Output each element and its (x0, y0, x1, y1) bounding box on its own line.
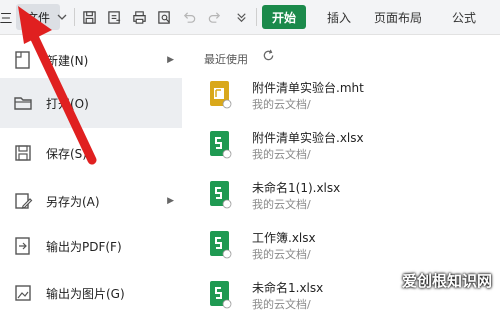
file-menu-panel: 新建(N) ▶ 打开(O) 保存(S) 另存为(A) ▶ 输出为PDF(F) 输… (0, 35, 182, 301)
export-toolbar-button[interactable] (105, 0, 123, 34)
submenu-arrow-icon: ▶ (167, 196, 174, 206)
menu-icon: 三 (0, 11, 13, 27)
save-icon (12, 142, 34, 164)
watermark-text: 爱创根知识网 (401, 272, 492, 290)
recent-file-item[interactable]: 未命名1(1).xlsx 我的云文档/ (182, 175, 500, 225)
new-doc-icon (12, 49, 34, 71)
menu-item-export-pdf[interactable]: 输出为PDF(F) (0, 221, 182, 271)
file-menu-label: 文件 (25, 10, 50, 25)
print-toolbar-button[interactable] (130, 0, 148, 34)
redo-icon (208, 11, 220, 23)
file-dropdown-chevron[interactable] (54, 0, 70, 34)
save-as-icon (12, 190, 34, 212)
xlsx-file-icon (208, 280, 234, 310)
save-icon (82, 10, 96, 24)
recent-title: 最近使用 (204, 53, 248, 66)
double-chevron-down-icon (236, 12, 246, 22)
tab-home[interactable]: 开始 (262, 5, 307, 29)
submenu-arrow-icon: ▶ (167, 55, 174, 65)
print-preview-button[interactable] (155, 0, 173, 34)
export-icon (107, 10, 120, 24)
xlsx-file-icon (208, 130, 234, 160)
save-toolbar-button[interactable] (80, 0, 98, 34)
export-pdf-icon (12, 235, 34, 257)
customize-toolbar-button[interactable] (232, 0, 250, 34)
tab-formulas[interactable]: 公式 (442, 5, 486, 29)
redo-button[interactable] (205, 0, 223, 34)
export-image-icon (12, 282, 34, 304)
folder-icon (12, 92, 34, 114)
recent-file-item[interactable]: 附件清单实验台.xlsx 我的云文档/ (182, 125, 500, 175)
undo-button[interactable] (180, 0, 198, 34)
menu-item-open[interactable]: 打开(O) (0, 78, 182, 128)
tab-page-layout[interactable]: 页面布局 (364, 5, 432, 29)
recent-panel: 最近使用 附件清单实验台.mht 我的云文档/ 附件清单实验台.xlsx 我的云… (182, 35, 500, 311)
menu-item-save-as[interactable]: 另存为(A) ▶ (0, 176, 182, 226)
xlsx-file-icon (208, 230, 234, 260)
tab-insert[interactable]: 插入 (317, 5, 361, 29)
print-icon (132, 10, 146, 24)
main-menu-button[interactable]: 三 (0, 0, 13, 34)
menu-item-save[interactable]: 保存(S) (0, 128, 182, 178)
undo-icon (183, 11, 195, 23)
xlsx-file-icon (208, 180, 234, 210)
mht-file-icon (208, 80, 234, 110)
recent-file-item[interactable]: 工作簿.xlsx 我的云文档/ (182, 225, 500, 275)
title-toolbar: 三 文件 开始 插入 页面布局 公式 (0, 0, 500, 35)
menu-item-export-image[interactable]: 输出为图片(G) (0, 268, 182, 318)
refresh-icon[interactable] (262, 49, 275, 66)
chevron-down-icon (57, 14, 67, 20)
print-preview-icon (157, 10, 170, 24)
recent-file-item[interactable]: 附件清单实验台.mht 我的云文档/ (182, 75, 500, 125)
